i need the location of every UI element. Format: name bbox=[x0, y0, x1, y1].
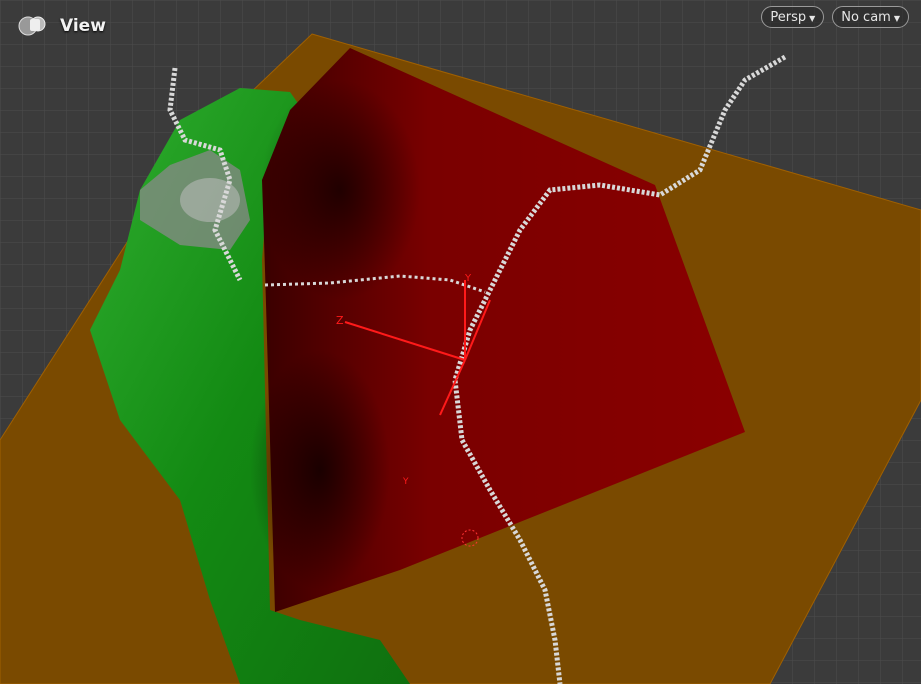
axis-label-z: Z bbox=[336, 314, 344, 327]
scene-canvas[interactable]: Y Z Y bbox=[0, 0, 921, 684]
shadow-region bbox=[260, 80, 420, 300]
viewport-title: View bbox=[60, 16, 106, 36]
camera-label: No cam bbox=[841, 9, 891, 25]
axis-label-y: Y bbox=[464, 273, 472, 284]
shadow-region bbox=[250, 350, 390, 590]
viewport-header: View bbox=[16, 11, 106, 41]
caret-down-icon: ▼ bbox=[809, 13, 816, 23]
axis-label-y2: Y bbox=[402, 477, 409, 487]
3d-viewport[interactable]: Y Z Y View Persp ▼ No cam ▼ bbox=[0, 0, 921, 684]
caret-down-icon: ▼ bbox=[893, 13, 900, 23]
persp-dropdown-button[interactable]: Persp ▼ bbox=[761, 6, 825, 28]
persp-label: Persp bbox=[770, 9, 807, 25]
houdini-logo-icon[interactable] bbox=[16, 11, 50, 41]
camera-dropdown-button[interactable]: No cam ▼ bbox=[832, 6, 909, 28]
camera-controls: Persp ▼ No cam ▼ bbox=[761, 6, 909, 28]
